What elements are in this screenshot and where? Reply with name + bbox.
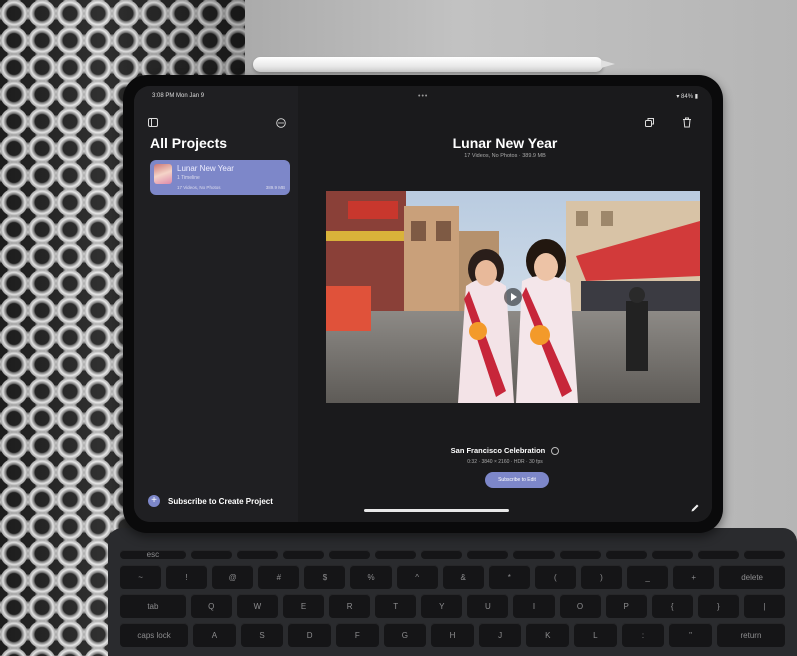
keyboard-key: " <box>669 623 712 647</box>
keyboard-key: ! <box>166 565 208 589</box>
ipad-device: All Projects Lunar New Year 1 Timeline 1… <box>123 75 723 533</box>
plus-icon: + <box>148 495 160 507</box>
project-card-lunar-new-year[interactable]: Lunar New Year 1 Timeline 17 Videos, No … <box>150 160 290 195</box>
keyboard-key: } <box>697 594 739 618</box>
project-stats: 17 Videos, No Photos · 389.9 MB <box>464 153 546 159</box>
keyboard-key: L <box>574 623 617 647</box>
keyboard-key: : <box>621 623 665 647</box>
keyboard-key: K <box>526 623 570 647</box>
clip-metadata: 0:32 · 3840 × 2160 · HDR · 30 fps <box>467 459 543 465</box>
keyboard-key: Y <box>421 594 463 618</box>
keyboard-key: ) <box>580 565 623 589</box>
keyboard-key <box>697 550 739 559</box>
keyboard-key: W <box>236 594 278 618</box>
project-size: 389.9 MB <box>265 185 285 190</box>
subscribe-create-label: Subscribe to Create Project <box>168 496 273 506</box>
sidebar: All Projects Lunar New Year 1 Timeline 1… <box>134 86 298 522</box>
keyboard-key: delete <box>719 565 785 589</box>
ipad-screen: All Projects Lunar New Year 1 Timeline 1… <box>134 86 712 522</box>
keyboard-key: J <box>478 623 522 647</box>
keyboard-home-row: caps lock A S D F G H J K L: " return <box>108 623 797 647</box>
project-title: Lunar New Year <box>452 135 558 151</box>
keyboard-key: esc <box>120 550 186 559</box>
keyboard-key <box>421 550 463 559</box>
apple-pencil <box>253 57 615 72</box>
keyboard-key: T <box>375 594 417 618</box>
keyboard-key: ( <box>534 565 576 589</box>
project-name: Lunar New Year <box>177 164 234 173</box>
keyboard-number-row: ~! @ # $% ^ & *() _ + delete <box>108 565 797 589</box>
keyboard-key: tab <box>120 594 186 618</box>
keyboard-key <box>467 550 509 559</box>
info-icon[interactable] <box>551 447 560 456</box>
keyboard-key: A <box>193 623 236 647</box>
play-icon[interactable] <box>504 288 522 306</box>
keyboard-key: _ <box>627 565 669 589</box>
project-thumbnail <box>154 164 172 184</box>
keyboard-key <box>375 550 417 559</box>
keyboard-key <box>282 550 325 559</box>
keyboard-key: U <box>467 594 509 618</box>
keyboard-key <box>559 550 601 559</box>
keyboard-key: ~ <box>120 565 162 589</box>
keyboard-key: $ <box>304 565 346 589</box>
keyboard-key: | <box>743 594 785 618</box>
clip-title: San Francisco Celebration <box>450 446 546 455</box>
more-options-icon[interactable] <box>276 118 286 128</box>
keyboard-key: + <box>673 565 715 589</box>
magic-keyboard: esc ~! @ # $% ^ & *() _ + delete tab Q W E R T Y U I O P{} |… <box>108 528 797 656</box>
keyboard-top-row: tab Q W E R T Y U I O P{} | <box>108 594 797 618</box>
keyboard-key: F <box>336 623 379 647</box>
status-battery: ▾ 84% ▮ <box>676 94 698 100</box>
keyboard-key: H <box>431 623 474 647</box>
keyboard-key: D <box>288 623 331 647</box>
status-time: 3:08 PM Mon Jan 9 <box>152 93 205 99</box>
keyboard-key: return <box>716 623 786 647</box>
keyboard-key: & <box>442 565 484 589</box>
keyboard-function-row: esc <box>108 550 797 559</box>
subscribe-to-edit-button[interactable]: Subscribe to Edit <box>485 472 549 488</box>
keyboard-key: * <box>488 565 530 589</box>
share-icon[interactable] <box>644 117 655 128</box>
keyboard-key: O <box>559 594 601 618</box>
project-meta: 17 Videos, No Photos <box>177 185 221 190</box>
keyboard-key <box>236 550 278 559</box>
keyboard-key: G <box>383 623 427 647</box>
keyboard-key: { <box>651 594 693 618</box>
keyboard-key <box>329 550 371 559</box>
multitasking-dots[interactable]: ••• <box>418 93 428 100</box>
keyboard-key: ^ <box>396 565 438 589</box>
keyboard-key: P <box>605 594 647 618</box>
keyboard-key: Q <box>190 594 232 618</box>
keyboard-key: E <box>282 594 325 618</box>
subscribe-create-project-button[interactable]: + Subscribe to Create Project <box>148 495 273 507</box>
keyboard-key: % <box>350 565 392 589</box>
keyboard-key <box>605 550 647 559</box>
keyboard-key <box>190 550 232 559</box>
project-subtitle: 1 Timeline <box>177 175 200 181</box>
keyboard-key: R <box>329 594 371 618</box>
home-indicator[interactable] <box>364 509 509 512</box>
all-projects-title: All Projects <box>150 135 228 151</box>
keyboard-key <box>513 550 555 559</box>
trash-icon[interactable] <box>682 117 692 128</box>
keyboard-key: caps lock <box>120 623 189 647</box>
sidebar-toggle-icon[interactable] <box>148 118 158 127</box>
clip-title-row: San Francisco Celebration <box>298 446 712 456</box>
video-preview[interactable] <box>326 191 700 403</box>
keyboard-key <box>743 550 785 559</box>
keyboard-key <box>651 550 693 559</box>
keyboard-key: # <box>258 565 300 589</box>
keyboard-key: I <box>513 594 555 618</box>
keyboard-key: @ <box>212 565 254 589</box>
main-pane: Lunar New Year 17 Videos, No Photos · 38… <box>298 86 712 522</box>
keyboard-key: S <box>240 623 284 647</box>
pencil-icon[interactable] <box>690 500 700 512</box>
